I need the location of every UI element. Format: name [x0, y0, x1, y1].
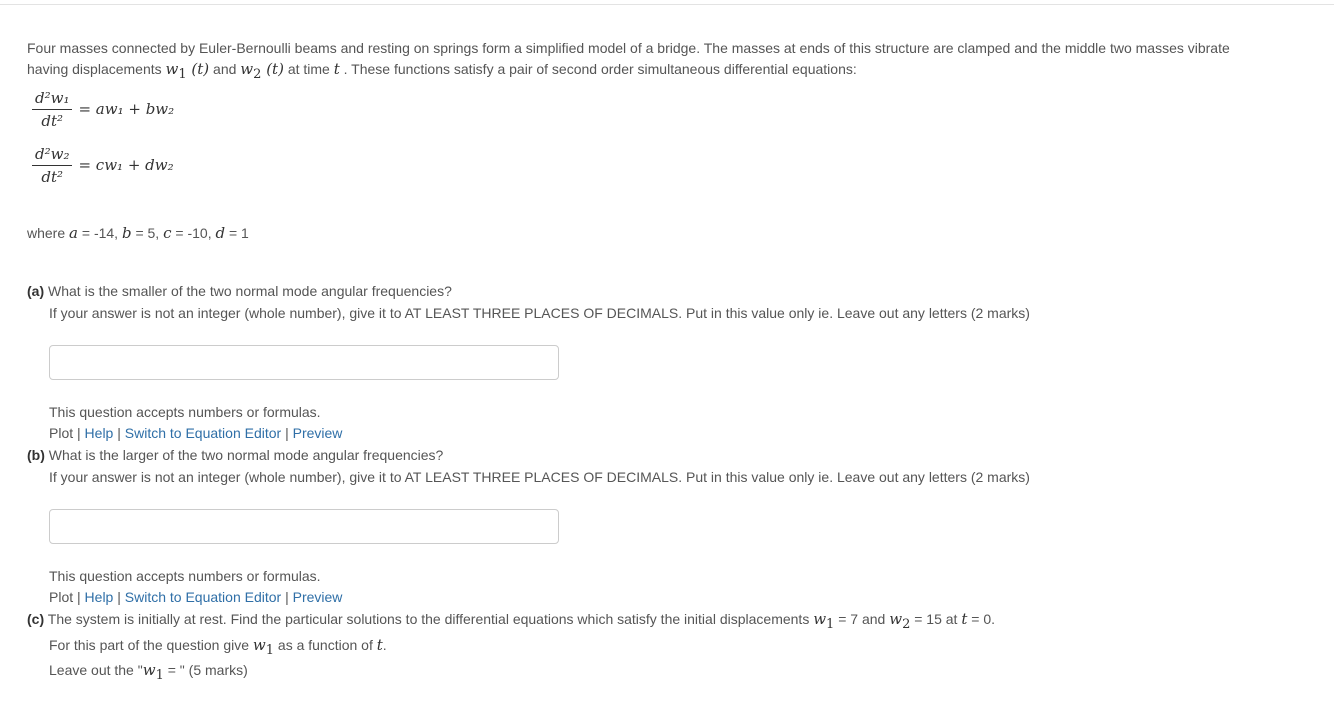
- sep: |: [281, 425, 293, 441]
- part-c-t-value: = 0.: [967, 611, 995, 627]
- part-b-question: (b) What is the larger of the two normal…: [27, 444, 1317, 466]
- part-b-equation-editor-link[interactable]: Switch to Equation Editor: [125, 589, 281, 605]
- intro-line-2-end: . These functions satisfy a pair of seco…: [339, 61, 857, 77]
- sep: |: [281, 589, 293, 605]
- where-prefix: where: [27, 225, 70, 241]
- param-b: b: [121, 224, 132, 242]
- part-c-question: (c) The system is initially at rest. Fin…: [27, 608, 1317, 632]
- part-c-line-3-start: Leave out the ": [49, 662, 143, 678]
- var-w2: w2 (t): [240, 60, 284, 82]
- equation-1-fraction: d²w₁ dt²: [32, 87, 73, 132]
- param-b-value: = 5,: [131, 225, 164, 241]
- sep: |: [113, 425, 125, 441]
- intro-line-2-start: having displacements: [27, 61, 166, 77]
- part-b-plot-link[interactable]: Plot: [49, 589, 73, 605]
- part-c-line-2-mid: as a function of: [274, 637, 377, 653]
- part-b-links: Plot | Help | Switch to Equation Editor …: [27, 587, 1317, 608]
- intro-at-time: at time: [287, 61, 334, 77]
- param-a: a: [69, 224, 78, 242]
- part-b-label: (b): [27, 447, 45, 463]
- part-c-line-3-end: = " (5 marks): [163, 662, 248, 678]
- question-body: Four masses connected by Euler-Bernoulli…: [27, 38, 1317, 683]
- problem-intro: Four masses connected by Euler-Bernoulli…: [27, 38, 1317, 82]
- part-a-plot-link[interactable]: Plot: [49, 425, 73, 441]
- part-a-links: Plot | Help | Switch to Equation Editor …: [27, 423, 1317, 444]
- part-c-label: (c): [27, 611, 45, 627]
- part-b: (b) What is the larger of the two normal…: [27, 444, 1317, 488]
- part-a-label: (a): [27, 283, 45, 299]
- part-a: (a) What is the smaller of the two norma…: [27, 280, 1317, 324]
- param-d-value: = 1: [225, 225, 249, 241]
- equation-2-numerator: d²w₂: [32, 143, 73, 166]
- part-c-line-2-w1: w1: [252, 636, 275, 658]
- part-c-var-w1: w1: [813, 610, 835, 632]
- equation-2-denominator: dt²: [41, 167, 64, 186]
- part-a-instruction: If your answer is not an integer (whole …: [49, 305, 1030, 321]
- part-a-equation-editor-link[interactable]: Switch to Equation Editor: [125, 425, 281, 441]
- part-a-preview-link[interactable]: Preview: [293, 425, 343, 441]
- equation-1-numerator: d²w₁: [32, 87, 73, 110]
- part-a-question-text: What is the smaller of the two normal mo…: [44, 283, 452, 299]
- sep: |: [73, 425, 85, 441]
- part-c-line-3: Leave out the "w1 = " (5 marks): [27, 659, 1317, 683]
- intro-line-1: Four masses connected by Euler-Bernoulli…: [27, 40, 1230, 56]
- part-b-answer-input[interactable]: [49, 509, 559, 544]
- part-c-line-3-w1: w1: [142, 661, 164, 683]
- part-a-answer-input[interactable]: [49, 345, 559, 380]
- part-b-preview-link[interactable]: Preview: [293, 589, 343, 605]
- part-c-var-w2: w2: [889, 610, 911, 632]
- part-c-line-2-start: For this part of the question give: [49, 637, 253, 653]
- part-c-w1-value: = 7 and: [834, 611, 890, 627]
- equation-1-denominator: dt²: [41, 111, 64, 130]
- part-b-instruction: If your answer is not an integer (whole …: [49, 469, 1030, 485]
- part-a-hint: This question accepts numbers or formula…: [49, 404, 321, 420]
- part-b-hint: This question accepts numbers or formula…: [49, 568, 321, 584]
- parameter-values: where a = -14, b = 5, c = -10, d = 1: [27, 223, 1317, 243]
- var-w1: w1 (t): [165, 60, 210, 82]
- equation-2-fraction: d²w₂ dt²: [32, 143, 73, 188]
- part-c: (c) The system is initially at rest. Fin…: [27, 608, 1317, 683]
- equation-1: d²w₁ dt² = aw₁ + bw₂: [32, 81, 1317, 137]
- param-d: d: [215, 224, 226, 242]
- equation-2: d²w₂ dt² = cw₁ + dw₂: [32, 137, 1317, 193]
- part-c-line-2: For this part of the question give w1 as…: [27, 634, 1317, 658]
- param-c: c: [163, 224, 172, 242]
- part-a-question: (a) What is the smaller of the two norma…: [27, 280, 1317, 302]
- top-divider: [0, 4, 1334, 5]
- param-c-value: = -10,: [171, 225, 216, 241]
- sep: |: [73, 589, 85, 605]
- part-a-help-link[interactable]: Help: [85, 425, 114, 441]
- part-c-w2-value: = 15 at: [910, 611, 962, 627]
- part-b-question-text: What is the larger of the two normal mod…: [44, 447, 444, 463]
- intro-and: and: [213, 61, 241, 77]
- part-b-help-link[interactable]: Help: [85, 589, 114, 605]
- equation-2-rhs: = cw₁ + dw₂: [78, 156, 174, 174]
- param-a-value: = -14,: [77, 225, 122, 241]
- part-c-line-2-end: .: [382, 637, 387, 653]
- part-c-question-text: The system is initially at rest. Find th…: [44, 611, 814, 627]
- sep: |: [113, 589, 125, 605]
- equation-1-rhs: = aw₁ + bw₂: [78, 100, 175, 118]
